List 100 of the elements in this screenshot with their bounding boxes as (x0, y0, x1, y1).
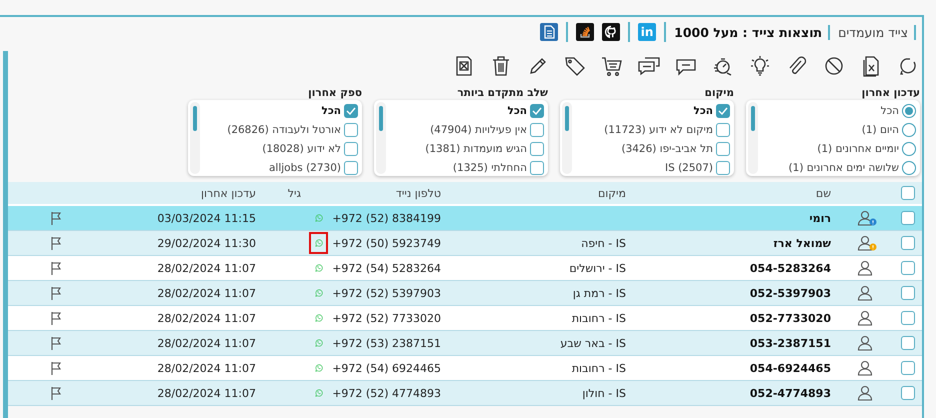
option-label: החחלתי (1325) (452, 162, 527, 174)
location-cell-text: IS - רחובות (570, 312, 627, 324)
flag-icon[interactable] (50, 236, 62, 250)
option-label: תל אביב-יפו (3426) (621, 143, 713, 155)
document-icon[interactable] (540, 23, 558, 41)
location-cell-text: IS - חולון (581, 386, 627, 400)
option-label: alljobs (2730) (269, 162, 341, 174)
option-label: אין פעילויות (47904) (430, 124, 527, 136)
option-label: הכל (321, 105, 341, 117)
name-cell-text: 052-5397903 (748, 286, 832, 300)
phone-number: +972 (54) 5283264 (332, 262, 441, 274)
checkbox[interactable] (901, 311, 915, 325)
phone-number: +972 (52) 5397903 (332, 286, 441, 300)
phone-number: +972 (52) 4774893 (332, 386, 441, 400)
date-cell-text: 28/02/2024 11:07 (156, 386, 257, 400)
scrollbar[interactable] (376, 102, 386, 174)
column-header[interactable]: טלפון נייד (309, 186, 449, 200)
option-label: הכל (507, 105, 527, 117)
checkbox[interactable] (716, 104, 730, 118)
option-label: אורטל ולעבודה (26826) (227, 124, 341, 136)
checkbox[interactable] (901, 386, 915, 400)
location-cell-text: IS - רחובות (570, 362, 627, 374)
option-label: הגיש מועמדות (1381) (425, 143, 527, 155)
flag-icon[interactable] (50, 336, 62, 350)
option-label: יומיים אחרונים (1) (817, 143, 899, 155)
column-header[interactable]: עדכון אחרון (139, 186, 264, 200)
location-cell-text: IS - רמת גן (572, 286, 627, 300)
whatsapp-icon[interactable] (309, 232, 328, 254)
name-cell-text: 053-2387151 (748, 336, 832, 350)
flag-icon[interactable] (50, 286, 62, 300)
column-header[interactable]: שם (634, 186, 839, 200)
checkbox[interactable] (901, 261, 915, 275)
name-cell-text: שמואל ארז (772, 236, 832, 250)
checkbox[interactable] (901, 336, 915, 350)
radio-button[interactable] (902, 161, 916, 175)
column-header[interactable]: גיל (264, 186, 309, 200)
flag-icon[interactable] (50, 211, 62, 225)
scrollbar[interactable] (748, 102, 758, 174)
filter-title: מיקום (704, 87, 734, 100)
checkbox[interactable] (530, 123, 544, 137)
checkbox[interactable] (901, 236, 915, 250)
scrollbar[interactable] (190, 102, 200, 174)
checkbox[interactable] (344, 142, 358, 156)
checkbox[interactable] (901, 361, 915, 375)
flag-icon[interactable] (50, 261, 62, 275)
date-cell-text: 03/03/2024 11:15 (156, 212, 257, 224)
checkbox[interactable] (530, 161, 544, 175)
flag-icon[interactable] (50, 311, 62, 325)
flag-icon[interactable] (50, 386, 62, 400)
name-cell-text: 052-7733020 (748, 312, 832, 324)
location-cell-text: IS - חיפה (580, 236, 627, 250)
checkbox[interactable] (716, 142, 730, 156)
lightbulb-icon[interactable] (748, 54, 772, 78)
date-cell-text: 28/02/2024 11:07 (156, 262, 257, 274)
phone-number: +972 (52) 7733020 (332, 312, 441, 324)
location-cell-text: IS - באר שבע (559, 336, 627, 350)
date-cell-text: 29/02/2024 11:30 (156, 236, 257, 250)
date-cell-text: 28/02/2024 11:07 (156, 336, 257, 350)
date-cell-text: 28/02/2024 11:07 (156, 362, 257, 374)
option-label: לא ידוע (18028) (262, 143, 341, 155)
phone-number: +972 (53) 2387151 (332, 336, 441, 350)
option-label: שלושה ימים אחרונים (1) (788, 162, 899, 174)
option-label: היום (1) (862, 124, 899, 136)
option-label: מיקום לא ידוע (11723) (604, 124, 713, 136)
github-icon[interactable] (602, 23, 620, 41)
name-cell-text: 052-4774893 (748, 386, 832, 400)
checkbox[interactable] (530, 142, 544, 156)
checkbox[interactable] (344, 104, 358, 118)
stack-icon[interactable] (576, 23, 594, 41)
checkbox[interactable] (344, 123, 358, 137)
breadcrumb-item: תוצאות צייד : מעל 1000 (674, 24, 830, 40)
filter-title: ספק אחרון (307, 87, 362, 100)
checkbox[interactable] (716, 123, 730, 137)
phone-number: +972 (54) 6924465 (332, 362, 441, 374)
filter-title: שלב מתקדם ביותר (456, 87, 548, 100)
filter-title: עדכון אחרון (860, 87, 920, 100)
checkbox[interactable] (901, 186, 915, 200)
checkbox[interactable] (901, 211, 915, 225)
column-header[interactable]: מיקום (449, 186, 634, 200)
breadcrumb-item[interactable]: צייד מועמדים (838, 24, 916, 40)
name-cell-text: רומי (808, 212, 832, 224)
phone-number: +972 (50) 5923749 (332, 236, 441, 250)
option-label: הכל (880, 105, 899, 117)
date-cell-text: 28/02/2024 11:07 (156, 312, 257, 324)
checkbox[interactable] (716, 161, 730, 175)
radio-button[interactable] (902, 104, 916, 118)
radio-button[interactable] (902, 142, 916, 156)
option-label: הכל (693, 105, 713, 117)
checkbox[interactable] (530, 104, 544, 118)
radio-button[interactable] (902, 123, 916, 137)
checkbox[interactable] (344, 161, 358, 175)
checkbox[interactable] (901, 286, 915, 300)
location-cell-text: IS - ירושלים (568, 262, 627, 274)
name-cell-text: 054-6924465 (748, 362, 832, 374)
scrollbar[interactable] (562, 102, 572, 174)
phone-number: +972 (52) 8384199 (332, 212, 441, 224)
name-cell-text: 054-5283264 (748, 262, 832, 274)
flag-icon[interactable] (50, 361, 62, 375)
date-cell-text: 28/02/2024 11:07 (156, 286, 257, 300)
option-label: IS (2507) (664, 162, 713, 174)
